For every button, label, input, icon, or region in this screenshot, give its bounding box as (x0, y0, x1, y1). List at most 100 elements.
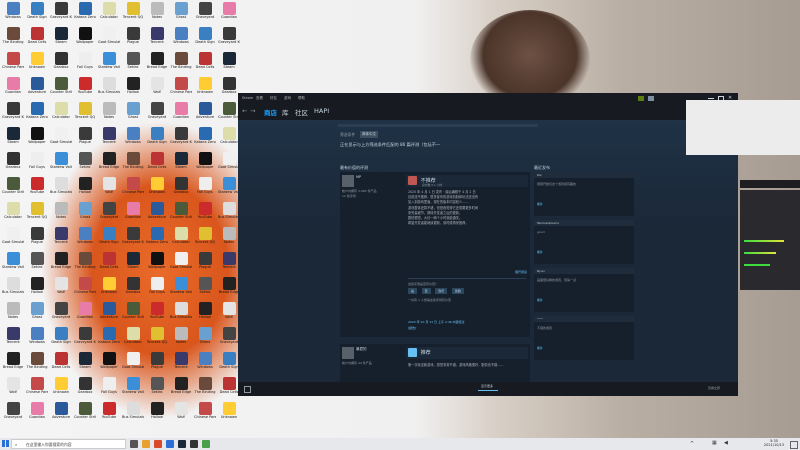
desktop-shortcut-icon[interactable]: YouTube (26, 177, 48, 201)
desktop-shortcut-icon[interactable]: Bus Simulator (218, 202, 240, 226)
desktop-shortcut-icon[interactable]: The Binding (74, 252, 96, 276)
desktop-shortcut-icon[interactable]: Steam (74, 352, 96, 376)
desktop-shortcut-icon[interactable]: Bus Simulator (50, 177, 72, 201)
downloads-status[interactable]: 显示更多 (472, 384, 502, 388)
desktop-shortcut-icon[interactable]: Notes (170, 327, 192, 351)
desktop-shortcut-icon[interactable]: Hollow (26, 277, 48, 301)
desktop-shortcut-icon[interactable]: Tencent (146, 27, 168, 51)
report-link[interactable]: [报告] (408, 326, 416, 330)
desktop-shortcut-icon[interactable]: Wolf (170, 402, 192, 426)
desktop-shortcut-icon[interactable]: Death Sign (146, 127, 168, 151)
desktop-shortcut-icon[interactable]: Guardian (26, 402, 48, 426)
edge-icon[interactable] (166, 440, 174, 448)
desktop-shortcut-icon[interactable]: Gearbox (50, 52, 72, 76)
desktop-shortcut-icon[interactable]: Notes (218, 227, 240, 251)
desktop-shortcut-icon[interactable]: Tencent QQ (74, 102, 96, 126)
desktop-shortcut-icon[interactable]: Gearbox (218, 77, 240, 101)
desktop-shortcut-icon[interactable]: Ghost (194, 327, 216, 351)
desktop-shortcut-icon[interactable]: Guardian (74, 302, 96, 326)
desktop-shortcut-icon[interactable]: Adventure (26, 77, 48, 101)
desktop-shortcut-icon[interactable]: Unknown (98, 277, 120, 301)
desktop-shortcut-icon[interactable]: The Binding (194, 377, 216, 401)
desktop-shortcut-icon[interactable]: Steam (122, 252, 144, 276)
menu-view[interactable]: 查看 (256, 96, 263, 101)
desktop-shortcut-icon[interactable]: Gearbox (122, 277, 144, 301)
desktop-shortcut-icon[interactable]: Bread Edge (2, 352, 24, 376)
desktop-shortcut-icon[interactable]: Graveyard (98, 202, 120, 226)
desktop-shortcut-icon[interactable]: The Binding (122, 152, 144, 176)
desktop-shortcut-icon[interactable]: Steam (170, 152, 192, 176)
desktop-shortcut-icon[interactable]: YouTube (98, 402, 120, 426)
avatar-icon[interactable] (648, 96, 654, 101)
desktop-shortcut-icon[interactable]: Counter Strike (2, 177, 24, 201)
desktop-shortcut-icon[interactable]: Adventure (50, 402, 72, 426)
desktop-shortcut-icon[interactable]: Plague (26, 227, 48, 251)
desktop-shortcut-icon[interactable]: Katana Zero (194, 127, 216, 151)
desktop-shortcut-icon[interactable]: Tencent QQ (194, 227, 216, 251)
desktop-shortcut-icon[interactable]: Adventure (146, 202, 168, 226)
desktop-shortcut-icon[interactable]: Dead Cells (50, 352, 72, 376)
desktop-shortcut-icon[interactable]: Graveyard Keeper (2, 102, 24, 126)
desktop-shortcut-icon[interactable]: The Binding (2, 27, 24, 51)
desktop-shortcut-icon[interactable]: Hollow (122, 77, 144, 101)
desktop-shortcut-icon[interactable]: Unknown (50, 377, 72, 401)
desktop-shortcut-icon[interactable]: Graveyard (194, 2, 216, 26)
desktop-shortcut-icon[interactable]: Goat Simulator (122, 352, 144, 376)
nav-username[interactable]: HAPI (314, 107, 329, 115)
desktop-shortcut-icon[interactable]: Counter Strike (50, 77, 72, 101)
nav-store[interactable]: 商店 (264, 107, 277, 117)
desktop-shortcut-icon[interactable]: Sekiro (26, 252, 48, 276)
desktop-shortcut-icon[interactable]: Windows (26, 327, 48, 351)
network-icon[interactable]: ▦ (712, 440, 717, 446)
add-game-icon[interactable] (244, 386, 251, 393)
desktop-shortcut-icon[interactable]: Unknown (26, 52, 48, 76)
desktop-shortcut-icon[interactable]: Counter Strike (122, 302, 144, 326)
desktop-shortcut-icon[interactable]: Goat Simulator (50, 127, 72, 151)
desktop-shortcut-icon[interactable]: Bread Edge (146, 52, 168, 76)
desktop-shortcut-icon[interactable]: Unknown (146, 177, 168, 201)
desktop-shortcut-icon[interactable]: Bread Edge (98, 152, 120, 176)
desktop-shortcut-icon[interactable]: Wallpaper (146, 252, 168, 276)
read-more-link[interactable]: 展开阅读 (515, 270, 527, 274)
desktop-shortcut-icon[interactable]: Adventure (98, 302, 120, 326)
desktop-shortcut-icon[interactable]: Bread Edge (170, 377, 192, 401)
desktop-shortcut-icon[interactable]: Chinese Parents (170, 77, 192, 101)
desktop-shortcut-icon[interactable]: Wolf (98, 177, 120, 201)
desktop-shortcut-icon[interactable]: Death Sign (26, 2, 48, 26)
app-taskbar-icon[interactable] (202, 440, 210, 448)
desktop-shortcut-icon[interactable]: Guardian (122, 202, 144, 226)
desktop-shortcut-icon[interactable]: Graveyard (50, 302, 72, 326)
desktop-shortcut-icon[interactable]: Ghost (26, 302, 48, 326)
desktop-shortcut-icon[interactable]: Dead Cells (218, 377, 240, 401)
volume-icon[interactable]: ◀ (724, 440, 728, 446)
desktop-shortcut-icon[interactable]: Katana Zero (98, 327, 120, 351)
desktop-shortcut-icon[interactable]: Ghost (170, 2, 192, 26)
desktop-shortcut-icon[interactable]: Tencent (170, 352, 192, 376)
desktop-shortcut-icon[interactable]: Katana Zero (74, 2, 96, 26)
nav-community[interactable]: 社区 (295, 107, 308, 117)
desktop-shortcut-icon[interactable]: Bread Edge (50, 252, 72, 276)
desktop-shortcut-icon[interactable]: Fall Guys (194, 177, 216, 201)
recent-user[interactable]: Ryuu (537, 269, 545, 273)
desktop-shortcut-icon[interactable]: Sekiro (146, 377, 168, 401)
desktop-shortcut-icon[interactable]: Tencent QQ (26, 202, 48, 226)
desktop-shortcut-icon[interactable]: Notes (98, 102, 120, 126)
desktop-shortcut-icon[interactable]: Tencent (218, 252, 240, 276)
desktop-shortcut-icon[interactable]: Calculator (122, 327, 144, 351)
desktop-shortcut-icon[interactable]: Adventure (194, 102, 216, 126)
desktop-shortcut-icon[interactable]: Plague (122, 27, 144, 51)
desktop-shortcut-icon[interactable]: Steam (2, 127, 24, 151)
desktop-shortcut-icon[interactable]: Wolf (218, 302, 240, 326)
chrome-icon[interactable] (154, 440, 162, 448)
desktop-shortcut-icon[interactable]: Wallpaper (26, 127, 48, 151)
desktop-shortcut-icon[interactable]: Chinese Parents (194, 402, 216, 426)
desktop-shortcut-icon[interactable]: Notes (146, 2, 168, 26)
desktop-shortcut-icon[interactable]: Unknown (194, 77, 216, 101)
desktop-shortcut-icon[interactable]: Calculator (98, 2, 120, 26)
reviewer-name[interactable]: 暴君的 (356, 347, 367, 352)
desktop-shortcut-icon[interactable]: Tencent (98, 127, 120, 151)
obs-taskbar-icon[interactable] (190, 440, 198, 448)
desktop-shortcut-icon[interactable]: Death Sign (194, 27, 216, 51)
desktop-shortcut-icon[interactable]: Chinese Parents (122, 177, 144, 201)
desktop-shortcut-icon[interactable]: Fall Guys (146, 277, 168, 301)
